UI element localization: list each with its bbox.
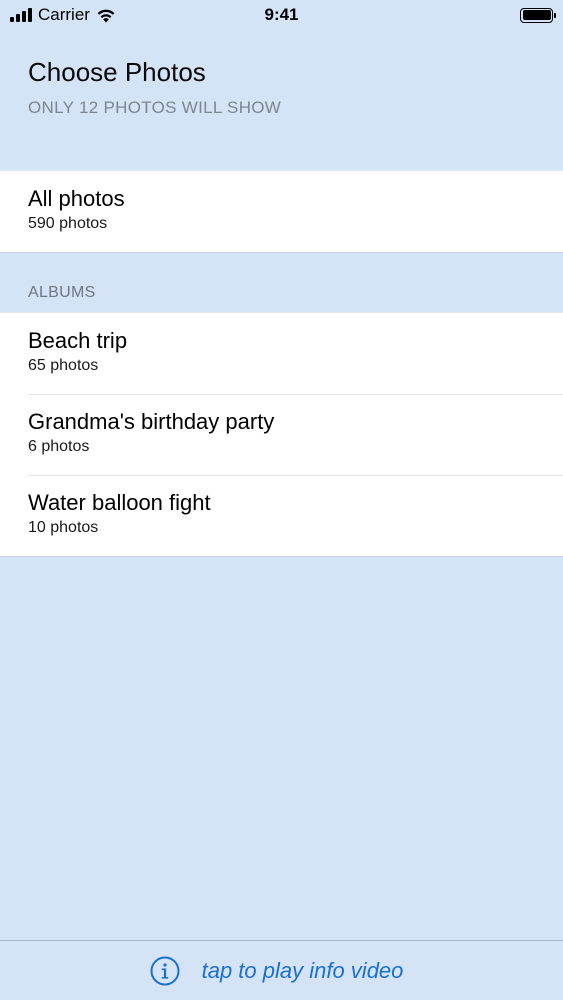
album-count: 65 photos: [28, 357, 99, 374]
photo-picker-screen: Carrier 9:41 Choose Photos ONLY 12 PHOTO…: [0, 0, 563, 1000]
status-bar: Carrier 9:41: [0, 0, 563, 30]
battery-icon: [520, 7, 556, 23]
album-title: Water balloon fight: [28, 490, 211, 515]
cellular-signal-icon: [10, 8, 32, 22]
albums-section-header: ALBUMS: [28, 284, 96, 301]
all-photos-group: All photos 590 photos: [0, 170, 563, 253]
album-row-beach-trip[interactable]: Beach trip 65 photos: [0, 313, 563, 394]
album-count: 6 photos: [28, 438, 90, 455]
albums-list: Beach trip 65 photos Grandma's birthday …: [0, 312, 563, 557]
info-video-label: tap to play info video: [201, 957, 404, 983]
row-count: 590 photos: [28, 215, 108, 232]
info-icon: [150, 956, 180, 985]
status-left: Carrier: [10, 5, 116, 25]
album-row-water-balloon-fight[interactable]: Water balloon fight 10 photos: [0, 475, 563, 556]
album-title: Grandma's birthday party: [28, 409, 275, 434]
album-title: Beach trip: [28, 328, 128, 353]
album-row-grandmas-birthday-party[interactable]: Grandma's birthday party 6 photos: [0, 394, 563, 475]
carrier-label: Carrier: [38, 5, 90, 24]
page-subtitle: ONLY 12 PHOTOS WILL SHOW: [28, 98, 282, 117]
wifi-icon: [97, 9, 115, 22]
all-photos-row[interactable]: All photos 590 photos: [0, 171, 563, 252]
page-title: Choose Photos: [28, 57, 206, 87]
album-count: 10 photos: [28, 519, 99, 536]
row-title: All photos: [28, 186, 125, 211]
info-video-button[interactable]: tap to play info video: [0, 940, 563, 1000]
